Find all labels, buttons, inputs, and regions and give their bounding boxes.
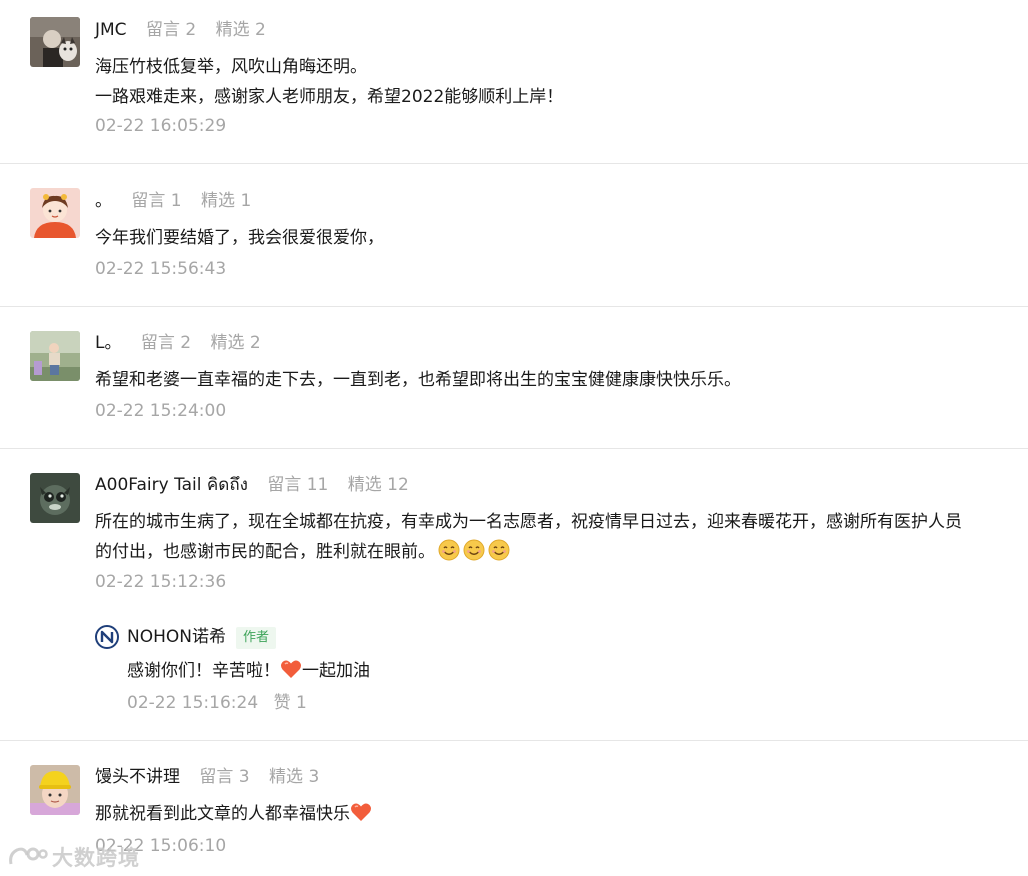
- avatar[interactable]: [30, 17, 80, 67]
- comment-line: 海压竹枝低复举，风吹山角晦还明。: [95, 57, 367, 77]
- divider: [0, 448, 1028, 449]
- comment-line: 的付出，也感谢市民的配合，胜利就在眼前。: [95, 542, 435, 562]
- messages-count: 留言 2: [145, 20, 197, 40]
- nickname[interactable]: 馒头不讲理: [95, 767, 180, 787]
- comment-time: 02-22 15:56:43: [95, 259, 227, 279]
- comment-line-with-emoji: 的付出，也感谢市民的配合，胜利就在眼前。: [95, 537, 1000, 567]
- comment-meta: 馒头不讲理 留言 3 精选 3: [95, 765, 333, 789]
- reply-meta: NOHON诺希 作者: [127, 625, 276, 649]
- comment-line: 那就祝看到此文章的人都幸福快乐: [95, 804, 350, 824]
- featured-count: 精选 1: [201, 191, 252, 211]
- watermark-text: 大数跨境: [52, 846, 140, 870]
- avatar[interactable]: [30, 765, 80, 815]
- comment-meta: 。 留言 1 精选 1: [95, 189, 265, 213]
- nickname[interactable]: L。: [95, 333, 121, 353]
- nickname[interactable]: A00Fairy Tail คิดถึง: [95, 475, 248, 495]
- author-badge: 作者: [235, 627, 276, 649]
- messages-count: 留言 11: [267, 475, 329, 495]
- comment-content: 海压竹枝低复举，风吹山角晦还明。 一路艰难走来，感谢家人老师朋友，希望2022能…: [95, 52, 1000, 112]
- featured-count: 精选 12: [347, 475, 409, 495]
- comment-time: 02-22 16:05:29: [95, 116, 227, 136]
- comment-meta: A00Fairy Tail คิดถึง 留言 11 精选 12: [95, 473, 423, 497]
- like-button[interactable]: 赞 1: [274, 693, 307, 713]
- heart-icon: [350, 802, 372, 822]
- comment-content: 希望和老婆一直幸福的走下去，一直到老，也希望即将出生的宝宝健健康康快快乐乐。: [95, 365, 1000, 395]
- comment-time: 02-22 15:12:36: [95, 572, 227, 592]
- messages-count: 留言 3: [199, 767, 250, 787]
- reply-time-row: 02-22 15:16:24 赞 1: [127, 691, 307, 715]
- comment-line: 一路艰难走来，感谢家人老师朋友，希望2022能够顺利上岸！: [95, 87, 564, 107]
- heart-icon: [280, 659, 302, 679]
- comment-content: 所在的城市生病了，现在全城都在抗疫，有幸成为一名志愿者，祝疫情早日过去，迎来春暖…: [95, 507, 1000, 567]
- author-logo-icon: [95, 625, 119, 649]
- nickname[interactable]: JMC: [95, 20, 127, 40]
- comment-line: 所在的城市生病了，现在全城都在抗疫，有幸成为一名志愿者，祝疫情早日过去，迎来春暖…: [95, 512, 962, 532]
- divider: [0, 740, 1028, 741]
- nickname[interactable]: 。: [95, 191, 112, 211]
- smile-emoji-icon: [488, 539, 510, 561]
- smile-emoji-icon: [438, 539, 460, 561]
- comment-content: 今年我们要结婚了，我会很爱很爱你，: [95, 223, 1000, 253]
- watermark-logo-icon: [9, 847, 48, 865]
- featured-count: 精选 2: [210, 333, 261, 353]
- messages-count: 留言 2: [140, 333, 192, 353]
- reply-content: 感谢你们！辛苦啦！ 一起加油: [127, 656, 1028, 686]
- comment-line: 希望和老婆一直幸福的走下去，一直到老，也希望即将出生的宝宝健健康康快快乐乐。: [95, 370, 741, 390]
- comment-time: 02-22 15:24:00: [95, 401, 227, 421]
- avatar[interactable]: [30, 473, 80, 523]
- watermark: 大数跨境: [8, 842, 140, 872]
- avatar[interactable]: [30, 331, 80, 381]
- featured-count: 精选 3: [269, 767, 320, 787]
- reply-time: 02-22 15:16:24: [127, 693, 259, 713]
- smile-emoji-icon: [463, 539, 485, 561]
- comment-content: 那就祝看到此文章的人都幸福快乐: [95, 799, 1000, 829]
- comment-meta: L。 留言 2 精选 2: [95, 331, 275, 355]
- comment-line: 今年我们要结婚了，我会很爱很爱你，: [95, 228, 384, 248]
- divider: [0, 306, 1028, 307]
- divider: [0, 163, 1028, 164]
- reply-text: 一起加油: [302, 661, 370, 681]
- comment-meta: JMC 留言 2 精选 2: [95, 18, 280, 42]
- avatar[interactable]: [30, 188, 80, 238]
- featured-count: 精选 2: [215, 20, 266, 40]
- messages-count: 留言 1: [131, 191, 182, 211]
- author-name[interactable]: NOHON诺希: [127, 627, 226, 647]
- reply-text: 感谢你们！辛苦啦！: [127, 661, 280, 681]
